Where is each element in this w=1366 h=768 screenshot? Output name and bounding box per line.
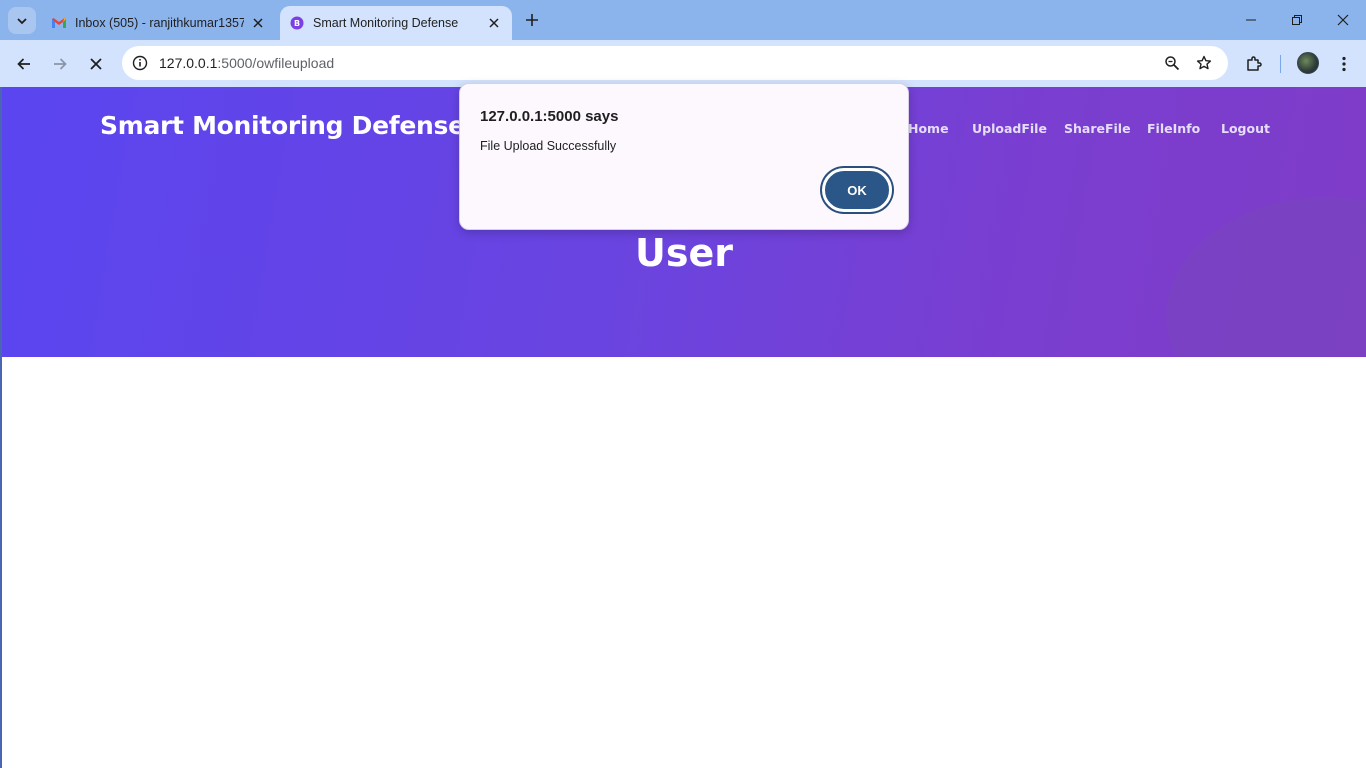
site-brand[interactable]: Smart Monitoring Defense (100, 111, 465, 140)
browser-tab-smart-monitoring[interactable]: B Smart Monitoring Defense (280, 6, 512, 40)
minimize-icon (1246, 19, 1256, 21)
zoom-button[interactable] (1160, 51, 1184, 75)
tab-title: Inbox (505) - ranjithkumar1357 (75, 16, 244, 30)
nav-sharefile[interactable]: ShareFile (1064, 121, 1131, 136)
browser-tab-gmail[interactable]: Inbox (505) - ranjithkumar1357 (42, 6, 276, 40)
dialog-title: 127.0.0.1:5000 says (480, 108, 619, 125)
close-window-button[interactable] (1320, 0, 1366, 40)
address-bar[interactable]: 127.0.0.1:5000/owfileupload (122, 46, 1228, 80)
browser-tab-strip: Inbox (505) - ranjithkumar1357 B Smart M… (0, 0, 1366, 40)
stop-loading-button[interactable] (80, 48, 112, 80)
more-vertical-icon (1342, 56, 1346, 72)
nav-fileinfo[interactable]: FileInfo (1147, 121, 1200, 136)
bookmark-button[interactable] (1192, 51, 1216, 75)
back-button[interactable] (8, 48, 40, 80)
page-title: User (635, 231, 733, 275)
site-favicon-icon: B (289, 15, 305, 31)
plus-icon (526, 14, 538, 26)
close-icon[interactable] (486, 15, 502, 31)
restore-button[interactable] (1274, 0, 1320, 40)
zoom-icon (1165, 56, 1180, 71)
tab-title: Smart Monitoring Defense (313, 16, 459, 30)
dialog-message: File Upload Successfully (480, 139, 617, 153)
profile-avatar[interactable] (1297, 52, 1319, 74)
url-text: 127.0.0.1:5000/owfileupload (159, 55, 334, 71)
alert-dialog: 127.0.0.1:5000 says File Upload Successf… (459, 83, 909, 230)
nav-logout[interactable]: Logout (1221, 121, 1270, 136)
extensions-button[interactable] (1238, 48, 1270, 80)
arrow-left-icon (17, 58, 30, 70)
close-icon[interactable] (250, 15, 266, 31)
puzzle-icon (1247, 56, 1262, 71)
url-host: 127.0.0.1 (159, 55, 218, 71)
arrow-right-icon (54, 58, 67, 70)
ok-button[interactable]: OK (822, 168, 892, 212)
new-tab-button[interactable] (520, 8, 544, 32)
chevron-down-icon (17, 17, 27, 24)
info-icon (132, 55, 148, 71)
nav-home[interactable]: Home (908, 121, 949, 136)
site-info-button[interactable] (126, 49, 154, 77)
tab-search-button[interactable] (8, 7, 36, 34)
star-icon (1196, 55, 1212, 70)
browser-menu-button[interactable] (1328, 48, 1360, 80)
close-icon (90, 58, 102, 70)
gmail-icon (51, 15, 67, 31)
hero-decoration (1166, 197, 1366, 357)
forward-button[interactable] (44, 48, 76, 80)
restore-icon (1292, 15, 1302, 25)
url-path: :5000/owfileupload (217, 55, 335, 71)
toolbar-divider (1280, 55, 1281, 73)
nav-uploadfile[interactable]: UploadFile (972, 121, 1047, 136)
svg-text:B: B (294, 19, 300, 28)
minimize-button[interactable] (1228, 0, 1274, 40)
browser-toolbar: 127.0.0.1:5000/owfileupload (0, 40, 1366, 87)
close-icon (1337, 14, 1349, 26)
